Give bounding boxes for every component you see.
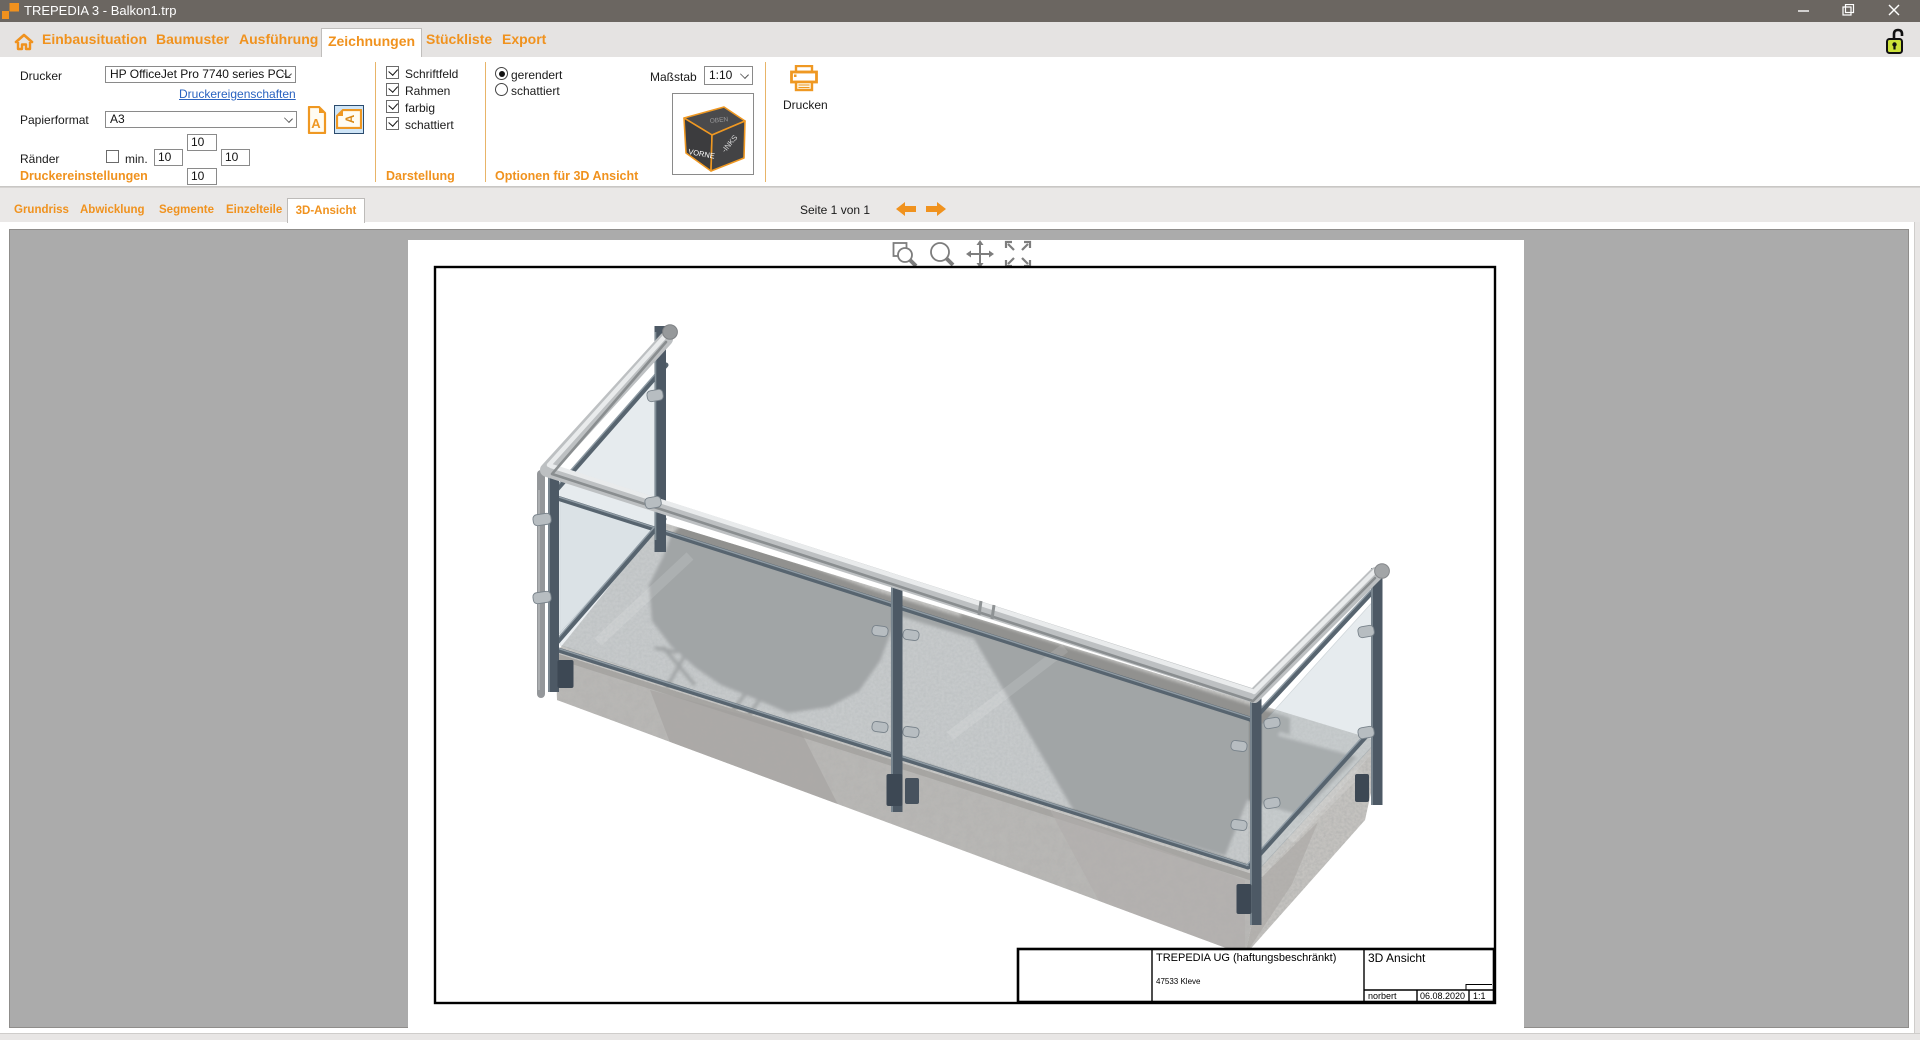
svg-text:47533 Kleve: 47533 Kleve	[1156, 977, 1201, 986]
svg-text:3D Ansicht: 3D Ansicht	[1368, 951, 1426, 965]
svg-text:norbert: norbert	[1368, 991, 1397, 1001]
svg-text:06.08.2020: 06.08.2020	[1420, 991, 1465, 1001]
svg-text:A: A	[311, 116, 321, 131]
svg-text:TREPEDIA UG (haftungsbeschränk: TREPEDIA UG (haftungsbeschränkt)	[1156, 952, 1336, 964]
svg-text:1:1: 1:1	[1473, 991, 1486, 1001]
svg-text:A: A	[343, 114, 357, 123]
